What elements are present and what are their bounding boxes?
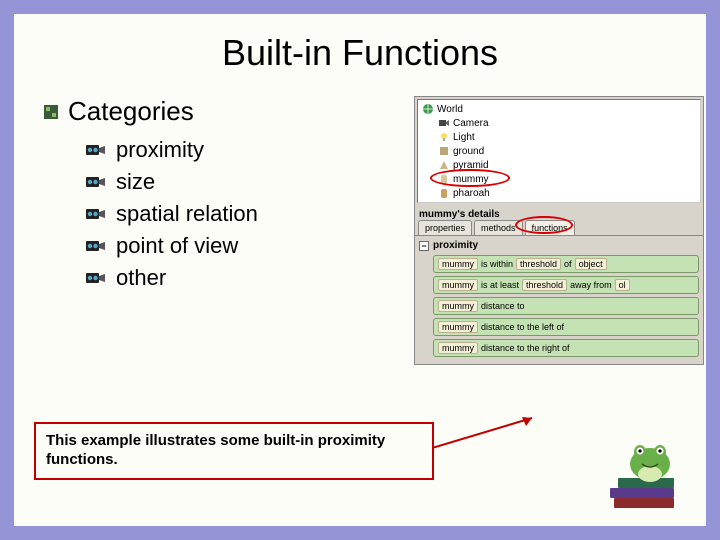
left-column: Categories proximity size spatial relati… [44,96,404,365]
tree-row[interactable]: Camera [420,116,698,130]
tile-token: ol [615,279,630,291]
item-label: point of view [116,233,238,259]
object-icon [438,159,450,171]
camera-icon [86,175,106,189]
tile-token: object [575,258,607,270]
tile-text: distance to the right of [481,343,570,353]
callout-arrow [432,414,552,454]
details-header: mummy's details [415,205,703,220]
tree-row[interactable]: Light [420,130,698,144]
tile-text: of [564,259,572,269]
category-list: proximity size spatial relation point of… [86,137,404,291]
camera-icon [86,271,106,285]
tree-row[interactable]: pharoah [420,186,698,200]
categories-heading: Categories [68,96,194,127]
tree-row[interactable]: pyramid [420,158,698,172]
tile-text: distance to the left of [481,322,564,332]
tile-token: mummy [438,300,478,312]
item-label: spatial relation [116,201,258,227]
object-panel: World Camera Light ground [414,96,704,365]
camera-node-icon [438,117,450,129]
tab-functions[interactable]: functions [525,220,575,235]
list-item: size [86,169,404,195]
tree-row[interactable]: ground [420,144,698,158]
list-item: point of view [86,233,404,259]
object-icon [438,187,450,199]
slide-title: Built-in Functions [44,32,676,74]
camera-icon [86,207,106,221]
tree-label: mummy [453,174,489,185]
tile-text: distance to [481,301,525,311]
tree-label: World [437,104,463,115]
item-label: proximity [116,137,204,163]
function-tile[interactable]: mummy is at least threshold away from ol [433,276,699,294]
callout-box: This example illustrates some built-in p… [34,422,434,480]
right-column: World Camera Light ground [414,96,704,365]
tree-label: Light [453,132,475,143]
tree-row-selected[interactable]: mummy [420,172,698,186]
tile-token: mummy [438,342,478,354]
function-tile[interactable]: mummy distance to the left of [433,318,699,336]
globe-icon [422,103,434,115]
tile-text: is within [481,259,513,269]
object-icon [438,173,450,185]
item-label: size [116,169,155,195]
tab-methods[interactable]: methods [474,220,523,235]
tile-text: is at least [481,280,519,290]
tile-token: threshold [522,279,567,291]
function-tile[interactable]: mummy is within threshold of object [433,255,699,273]
group-header[interactable]: − proximity [419,240,699,251]
bullet-icon [44,105,58,119]
tree-label: ground [453,146,484,157]
item-label: other [116,265,166,291]
tree-label: pharoah [453,188,490,199]
tile-token: mummy [438,258,478,270]
light-icon [438,131,450,143]
tile-token: mummy [438,321,478,333]
camera-icon [86,143,106,157]
tile-token: threshold [516,258,561,270]
function-list: − proximity mummy is within threshold of… [415,235,703,364]
function-tile[interactable]: mummy distance to [433,297,699,315]
object-tree[interactable]: World Camera Light ground [417,99,701,203]
frog-books-illustration [584,430,694,520]
heading-row: Categories [44,96,404,127]
tree-row[interactable]: World [420,102,698,116]
group-label: proximity [433,240,478,251]
tab-properties[interactable]: properties [418,220,472,235]
list-item: proximity [86,137,404,163]
function-tile[interactable]: mummy distance to the right of [433,339,699,357]
slide: Built-in Functions Categories proximity … [14,14,706,526]
content-row: Categories proximity size spatial relati… [44,96,676,365]
tree-label: Camera [453,118,489,129]
list-item: spatial relation [86,201,404,227]
list-item: other [86,265,404,291]
tile-token: mummy [438,279,478,291]
camera-icon [86,239,106,253]
object-icon [438,145,450,157]
callout-text: This example illustrates some built-in p… [46,432,385,468]
tile-text: away from [570,280,612,290]
tree-label: pyramid [453,160,489,171]
tab-bar: properties methods functions [415,220,703,235]
collapse-icon[interactable]: − [419,241,429,251]
